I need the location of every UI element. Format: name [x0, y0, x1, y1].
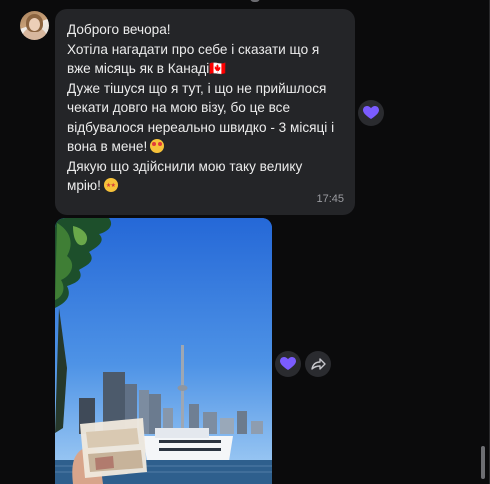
avatar-face — [29, 18, 40, 31]
previous-message-edge — [250, 0, 260, 2]
message-line-9: мрію! — [67, 176, 357, 197]
reaction-button-photo[interactable] — [275, 351, 301, 377]
message-line-1: Доброго вечора! — [67, 22, 171, 37]
message-line-2: Хотіла нагадати про себе і сказати що я — [67, 41, 320, 57]
smiling-face-with-hearts-icon — [150, 139, 165, 153]
photo-message[interactable] — [55, 218, 272, 484]
message-bubble[interactable]: Доброго вечора! Хотіла нагадати про себе… — [55, 9, 355, 215]
message-line-5: чекати довго на мою візу, бо це все — [67, 100, 291, 115]
sender-avatar[interactable] — [20, 11, 49, 40]
message-time: 17:45 — [316, 193, 344, 205]
message-line-7: вона в мене! — [67, 137, 357, 157]
toronto-skyline-photo — [55, 218, 272, 484]
forward-icon — [311, 358, 326, 370]
message-line-4: Дуже тішуся що я тут, і що не прийшлося — [67, 80, 327, 96]
purple-heart-icon — [280, 357, 296, 370]
star-struck-icon — [103, 177, 118, 197]
reaction-button[interactable] — [358, 100, 384, 126]
message-line-8: Дякую що здійснили мою таку велику — [67, 158, 303, 174]
share-button[interactable] — [305, 351, 331, 377]
message-line-3: вже місяць як в Канаді🇨🇦 — [67, 61, 227, 76]
message-text: Доброго вечора! Хотіла нагадати про себе… — [67, 20, 357, 197]
message-line-9-text: мрію! — [67, 178, 101, 193]
purple-heart-icon — [363, 106, 379, 119]
message-line-7-text: вона в мене! — [67, 139, 148, 154]
message-line-6: відбувалося нереально швидко - 3 місяці … — [67, 119, 335, 135]
scrollbar-thumb[interactable] — [481, 446, 485, 479]
